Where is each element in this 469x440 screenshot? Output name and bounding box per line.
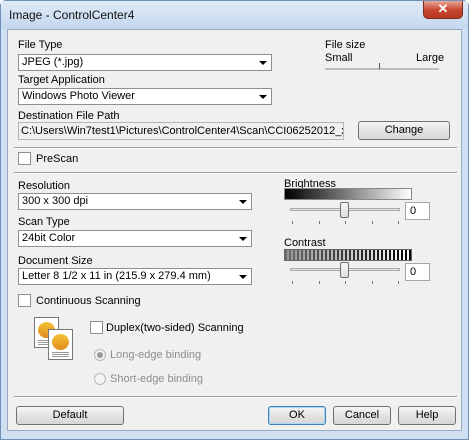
prescan-label: PreScan bbox=[36, 153, 79, 165]
prescan-checkbox[interactable] bbox=[18, 152, 31, 165]
file-size-slider-thumb[interactable] bbox=[379, 63, 380, 69]
brightness-tick bbox=[372, 221, 373, 224]
brightness-tick bbox=[345, 221, 346, 224]
brightness-tick bbox=[398, 221, 399, 224]
chevron-down-icon bbox=[239, 275, 247, 279]
contrast-tick bbox=[345, 281, 346, 284]
file-type-select[interactable]: JPEG (*.jpg) bbox=[18, 54, 272, 71]
brightness-tick bbox=[319, 221, 320, 224]
contrast-tick bbox=[319, 281, 320, 284]
ok-button-label: OK bbox=[289, 409, 305, 421]
dialog-window: Image - ControlCenter4 ✕ File Type JPEG … bbox=[0, 0, 469, 440]
brightness-gradient bbox=[284, 188, 412, 200]
contrast-tick bbox=[398, 281, 399, 284]
file-size-slider-track[interactable] bbox=[325, 68, 439, 70]
continuous-scanning-checkbox[interactable] bbox=[18, 294, 31, 307]
long-edge-radio[interactable] bbox=[94, 349, 106, 361]
scan-type-select[interactable]: 24bit Color bbox=[18, 230, 252, 247]
help-button-label: Help bbox=[415, 409, 439, 421]
chevron-down-icon bbox=[259, 95, 267, 99]
brightness-input[interactable]: 0 bbox=[405, 202, 430, 220]
default-button-label: Default bbox=[52, 409, 88, 421]
window-title: Image - ControlCenter4 bbox=[9, 8, 135, 22]
chevron-down-icon bbox=[239, 200, 247, 204]
continuous-scanning-label: Continuous Scanning bbox=[36, 295, 141, 307]
contrast-tick bbox=[292, 281, 293, 284]
contrast-tick bbox=[372, 281, 373, 284]
resolution-select[interactable]: 300 x 300 dpi bbox=[18, 193, 252, 210]
short-edge-radio[interactable] bbox=[94, 373, 106, 385]
document-pages-icon bbox=[34, 317, 78, 361]
resolution-value: 300 x 300 dpi bbox=[22, 195, 89, 207]
change-button-label: Change bbox=[384, 124, 424, 136]
brightness-value: 0 bbox=[410, 205, 417, 217]
chevron-down-icon bbox=[239, 237, 247, 241]
help-button[interactable]: Help bbox=[398, 406, 456, 425]
destination-label: Destination File Path bbox=[18, 110, 120, 122]
contrast-value: 0 bbox=[410, 266, 417, 278]
destination-path-value: C:\Users\Win7test1\Pictures\ControlCente… bbox=[21, 125, 343, 137]
separator-middle bbox=[14, 172, 457, 174]
brightness-tick bbox=[292, 221, 293, 224]
scan-type-value: 24bit Color bbox=[22, 232, 76, 244]
contrast-input[interactable]: 0 bbox=[405, 263, 430, 281]
close-icon: ✕ bbox=[437, 1, 449, 16]
contrast-gradient bbox=[284, 249, 412, 261]
close-button[interactable]: ✕ bbox=[423, 1, 463, 19]
duplex-label: Duplex(two-sided) Scanning bbox=[106, 322, 244, 334]
file-size-label: File size bbox=[325, 39, 366, 51]
duplex-checkbox[interactable] bbox=[90, 321, 103, 334]
contrast-label: Contrast bbox=[284, 237, 326, 249]
file-type-value: JPEG (*.jpg) bbox=[22, 56, 84, 68]
document-size-label: Document Size bbox=[18, 255, 93, 267]
file-size-large-label: Large bbox=[416, 52, 445, 64]
title-bar[interactable]: Image - ControlCenter4 ✕ bbox=[1, 1, 468, 29]
document-size-select[interactable]: Letter 8 1/2 x 11 in (215.9 x 279.4 mm) bbox=[18, 268, 252, 285]
document-size-value: Letter 8 1/2 x 11 in (215.9 x 279.4 mm) bbox=[22, 270, 211, 282]
page-back-icon bbox=[48, 329, 73, 360]
default-button[interactable]: Default bbox=[16, 406, 124, 425]
dialog-body: File Type JPEG (*.jpg) File size Small L… bbox=[7, 29, 462, 431]
contrast-slider-thumb[interactable] bbox=[340, 262, 349, 278]
file-type-label: File Type bbox=[18, 39, 63, 51]
brightness-slider-thumb[interactable] bbox=[340, 202, 349, 218]
target-app-value: Windows Photo Viewer bbox=[22, 90, 135, 102]
target-app-select[interactable]: Windows Photo Viewer bbox=[18, 88, 272, 105]
target-app-label: Target Application bbox=[18, 74, 105, 86]
separator-bottom bbox=[14, 396, 457, 398]
chevron-down-icon bbox=[259, 61, 267, 65]
ok-button[interactable]: OK bbox=[268, 406, 326, 425]
change-button[interactable]: Change bbox=[358, 121, 450, 140]
resolution-label: Resolution bbox=[18, 180, 70, 192]
cancel-button[interactable]: Cancel bbox=[333, 406, 391, 425]
file-size-small-label: Small bbox=[325, 52, 353, 64]
destination-path-field: C:\Users\Win7test1\Pictures\ControlCente… bbox=[18, 122, 344, 140]
short-edge-label: Short-edge binding bbox=[110, 373, 203, 385]
long-edge-label: Long-edge binding bbox=[110, 349, 202, 361]
scan-type-label: Scan Type bbox=[18, 216, 70, 228]
separator-top bbox=[14, 147, 457, 149]
cancel-button-label: Cancel bbox=[344, 409, 380, 421]
